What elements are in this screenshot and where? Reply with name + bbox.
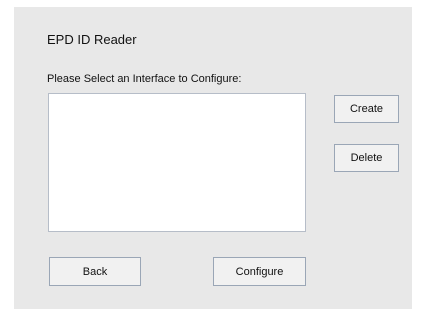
- delete-button[interactable]: Delete: [334, 144, 399, 172]
- interface-list[interactable]: [48, 93, 306, 232]
- dialog-panel: EPD ID Reader Please Select an Interface…: [14, 7, 412, 309]
- interface-select-label: Please Select an Interface to Configure:: [47, 73, 242, 85]
- page-title: EPD ID Reader: [47, 32, 137, 47]
- create-button[interactable]: Create: [334, 95, 399, 123]
- configure-button[interactable]: Configure: [213, 257, 306, 286]
- back-button[interactable]: Back: [49, 257, 141, 286]
